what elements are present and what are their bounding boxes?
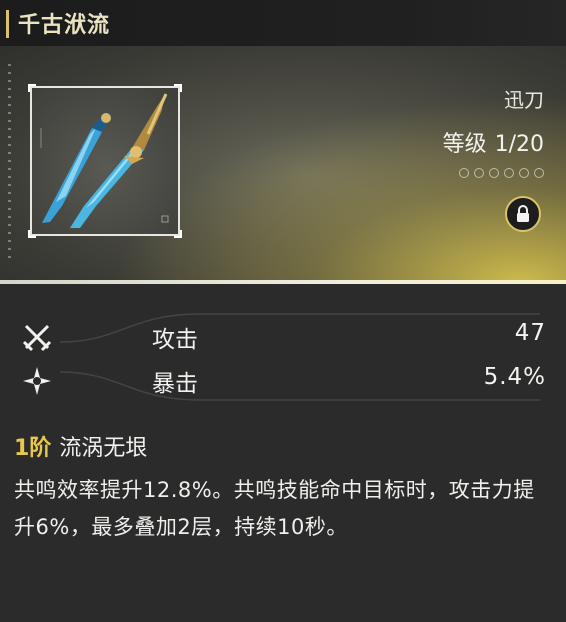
- rank-slot-dot: [474, 168, 484, 178]
- weapon-detail-panel: 千古洑流 迅刀 等级 1/20 攻击 47 暴击 5.4% 1阶 流涡无垠 共鸣…: [0, 0, 566, 622]
- rank-slot-dot: [459, 168, 469, 178]
- stat-row-crit: 暴击 5.4%: [0, 358, 566, 402]
- crossed-swords-icon: [22, 324, 52, 352]
- rank-slot-dot: [504, 168, 514, 178]
- level-label: 等级: [442, 132, 487, 157]
- level-value: 1/20: [494, 132, 544, 157]
- weapon-portrait: [28, 84, 182, 238]
- weapon-name: 千古洑流: [18, 13, 111, 38]
- title-accent-bar: [6, 10, 9, 38]
- passive-section: 1阶 流涡无垠 共鸣效率提升12.8%。共鸣技能命中目标时，攻击力提升6%，最多叠…: [14, 430, 554, 546]
- passive-title: 1阶 流涡无垠: [14, 430, 554, 462]
- passive-description: 共鸣效率提升12.8%。共鸣技能命中目标时，攻击力提升6%，最多叠加2层，持续1…: [14, 478, 535, 539]
- stat-value: 47: [514, 320, 546, 346]
- decorative-dotted-line: [8, 64, 11, 264]
- dual-blade-icon: [40, 93, 169, 228]
- stat-value: 5.4%: [483, 364, 546, 390]
- rank-slots: [459, 168, 544, 178]
- lock-button[interactable]: [505, 196, 541, 232]
- stat-label: 攻击: [152, 327, 198, 353]
- star-burst-icon: [23, 367, 51, 395]
- stat-row-attack: 攻击 47: [0, 314, 566, 358]
- level-display: 等级 1/20: [443, 126, 544, 158]
- title-bar: 千古洑流: [0, 0, 566, 46]
- stats-section: 攻击 47 暴击 5.4%: [0, 292, 566, 412]
- passive-name: 流涡无垠: [59, 436, 148, 461]
- rank-slot-dot: [534, 168, 544, 178]
- rank-slot-dot: [489, 168, 499, 178]
- hero-divider: [0, 280, 566, 284]
- lock-icon: [517, 205, 529, 222]
- passive-rank: 1阶: [14, 436, 52, 461]
- stat-label: 暴击: [152, 371, 198, 397]
- weapon-type: 迅刀: [504, 88, 544, 112]
- rank-slot-dot: [519, 168, 529, 178]
